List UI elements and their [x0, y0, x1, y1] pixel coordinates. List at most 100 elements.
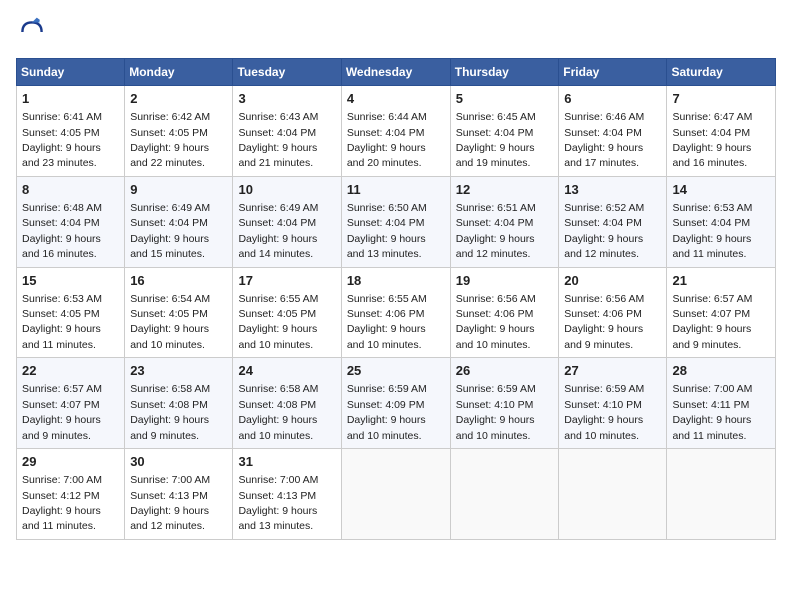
cell-sunrise: Sunrise: 6:42 AM [130, 111, 210, 123]
day-number: 27 [564, 362, 661, 380]
day-number: 16 [130, 272, 227, 290]
logo [16, 16, 52, 48]
week-row-3: 15Sunrise: 6:53 AMSunset: 4:05 PMDayligh… [17, 267, 776, 358]
cell-sunrise: Sunrise: 6:48 AM [22, 202, 102, 214]
cell-daylight: Daylight: 9 hours and 17 minutes. [564, 142, 643, 169]
cell-sunrise: Sunrise: 6:53 AM [22, 293, 102, 305]
cell-daylight: Daylight: 9 hours and 16 minutes. [672, 142, 751, 169]
cell-sunrise: Sunrise: 6:47 AM [672, 111, 752, 123]
day-number: 7 [672, 90, 770, 108]
cell-sunset: Sunset: 4:04 PM [347, 217, 425, 229]
day-number: 21 [672, 272, 770, 290]
calendar-table: SundayMondayTuesdayWednesdayThursdayFrid… [16, 58, 776, 540]
calendar-cell: 11Sunrise: 6:50 AMSunset: 4:04 PMDayligh… [341, 176, 450, 267]
calendar-cell [559, 449, 667, 540]
page-header [16, 16, 776, 48]
cell-sunrise: Sunrise: 6:57 AM [22, 383, 102, 395]
day-number: 31 [238, 453, 335, 471]
day-number: 13 [564, 181, 661, 199]
day-number: 30 [130, 453, 227, 471]
cell-sunset: Sunset: 4:04 PM [564, 217, 642, 229]
cell-sunset: Sunset: 4:10 PM [564, 399, 642, 411]
logo-icon [16, 16, 48, 48]
cell-sunset: Sunset: 4:04 PM [456, 127, 534, 139]
cell-sunset: Sunset: 4:04 PM [238, 217, 316, 229]
calendar-cell: 4Sunrise: 6:44 AMSunset: 4:04 PMDaylight… [341, 86, 450, 177]
calendar-cell: 24Sunrise: 6:58 AMSunset: 4:08 PMDayligh… [233, 358, 341, 449]
day-number: 25 [347, 362, 445, 380]
cell-sunset: Sunset: 4:05 PM [130, 308, 208, 320]
day-number: 28 [672, 362, 770, 380]
calendar-cell: 6Sunrise: 6:46 AMSunset: 4:04 PMDaylight… [559, 86, 667, 177]
day-number: 22 [22, 362, 119, 380]
day-header-friday: Friday [559, 59, 667, 86]
cell-sunrise: Sunrise: 6:44 AM [347, 111, 427, 123]
calendar-cell: 7Sunrise: 6:47 AMSunset: 4:04 PMDaylight… [667, 86, 776, 177]
cell-daylight: Daylight: 9 hours and 11 minutes. [672, 414, 751, 441]
cell-daylight: Daylight: 9 hours and 22 minutes. [130, 142, 209, 169]
cell-sunset: Sunset: 4:07 PM [22, 399, 100, 411]
cell-sunrise: Sunrise: 6:59 AM [456, 383, 536, 395]
cell-sunset: Sunset: 4:06 PM [347, 308, 425, 320]
calendar-cell: 26Sunrise: 6:59 AMSunset: 4:10 PMDayligh… [450, 358, 559, 449]
calendar-cell: 8Sunrise: 6:48 AMSunset: 4:04 PMDaylight… [17, 176, 125, 267]
calendar-cell: 5Sunrise: 6:45 AMSunset: 4:04 PMDaylight… [450, 86, 559, 177]
cell-sunrise: Sunrise: 7:00 AM [130, 474, 210, 486]
calendar-cell: 25 Sunrise: 6:59 AM Sunset: 4:09 PM Dayligh… [341, 358, 450, 449]
day-number: 29 [22, 453, 119, 471]
cell-sunset: Sunset: 4:07 PM [672, 308, 750, 320]
day-number: 24 [238, 362, 335, 380]
day-number: 6 [564, 90, 661, 108]
day-number: 15 [22, 272, 119, 290]
cell-daylight: Daylight: 9 hours and 15 minutes. [130, 233, 209, 260]
cell-daylight: Daylight: 9 hours and 16 minutes. [22, 233, 101, 260]
day-number: 20 [564, 272, 661, 290]
cell-sunset: Sunset: 4:04 PM [130, 217, 208, 229]
cell-daylight: Daylight: 9 hours and 12 minutes. [564, 233, 643, 260]
day-number: 9 [130, 181, 227, 199]
day-number: 11 [347, 181, 445, 199]
calendar-cell: 31Sunrise: 7:00 AMSunset: 4:13 PMDayligh… [233, 449, 341, 540]
cell-daylight: Daylight: 9 hours and 10 minutes. [564, 414, 643, 441]
cell-daylight: Daylight: 9 hours and 12 minutes. [130, 505, 209, 532]
day-number: 2 [130, 90, 227, 108]
calendar-cell: 16Sunrise: 6:54 AMSunset: 4:05 PMDayligh… [125, 267, 233, 358]
cell-sunset: Sunset: 4:04 PM [347, 127, 425, 139]
cell-sunset: Sunset: 4:04 PM [22, 217, 100, 229]
cell-sunset: Sunset: 4:09 PM [347, 399, 425, 411]
cell-daylight: Daylight: 9 hours and 11 minutes. [22, 505, 101, 532]
day-number: 10 [238, 181, 335, 199]
cell-daylight: Daylight: 9 hours and 10 minutes. [347, 414, 426, 441]
cell-sunset: Sunset: 4:05 PM [22, 308, 100, 320]
day-number: 26 [456, 362, 554, 380]
cell-sunrise: Sunrise: 6:59 AM [347, 383, 427, 395]
calendar-cell: 3Sunrise: 6:43 AMSunset: 4:04 PMDaylight… [233, 86, 341, 177]
cell-daylight: Daylight: 9 hours and 10 minutes. [238, 414, 317, 441]
calendar-cell [450, 449, 559, 540]
calendar-cell: 13 Sunrise: 6:52 AM Sunset: 4:04 PM Dayligh… [559, 176, 667, 267]
cell-sunset: Sunset: 4:05 PM [238, 308, 316, 320]
calendar-cell: 18Sunrise: 6:55 AMSunset: 4:06 PMDayligh… [341, 267, 450, 358]
cell-sunset: Sunset: 4:13 PM [238, 490, 316, 502]
cell-sunset: Sunset: 4:08 PM [130, 399, 208, 411]
cell-sunset: Sunset: 4:12 PM [22, 490, 100, 502]
cell-sunrise: Sunrise: 6:51 AM [456, 202, 536, 214]
cell-daylight: Daylight: 9 hours and 20 minutes. [347, 142, 426, 169]
day-header-saturday: Saturday [667, 59, 776, 86]
day-header-wednesday: Wednesday [341, 59, 450, 86]
cell-daylight: Daylight: 9 hours and 14 minutes. [238, 233, 317, 260]
calendar-cell: 9Sunrise: 6:49 AMSunset: 4:04 PMDaylight… [125, 176, 233, 267]
week-row-2: 8Sunrise: 6:48 AMSunset: 4:04 PMDaylight… [17, 176, 776, 267]
day-number: 23 [130, 362, 227, 380]
cell-sunrise: Sunrise: 6:56 AM [456, 293, 536, 305]
calendar-cell: 28Sunrise: 7:00 AMSunset: 4:11 PMDayligh… [667, 358, 776, 449]
cell-sunset: Sunset: 4:06 PM [456, 308, 534, 320]
day-number: 19 [456, 272, 554, 290]
cell-sunrise: Sunrise: 6:52 AM [564, 202, 644, 214]
day-number: 18 [347, 272, 445, 290]
cell-sunset: Sunset: 4:13 PM [130, 490, 208, 502]
day-header-tuesday: Tuesday [233, 59, 341, 86]
cell-sunrise: Sunrise: 6:55 AM [238, 293, 318, 305]
cell-sunset: Sunset: 4:04 PM [564, 127, 642, 139]
cell-sunset: Sunset: 4:04 PM [672, 217, 750, 229]
